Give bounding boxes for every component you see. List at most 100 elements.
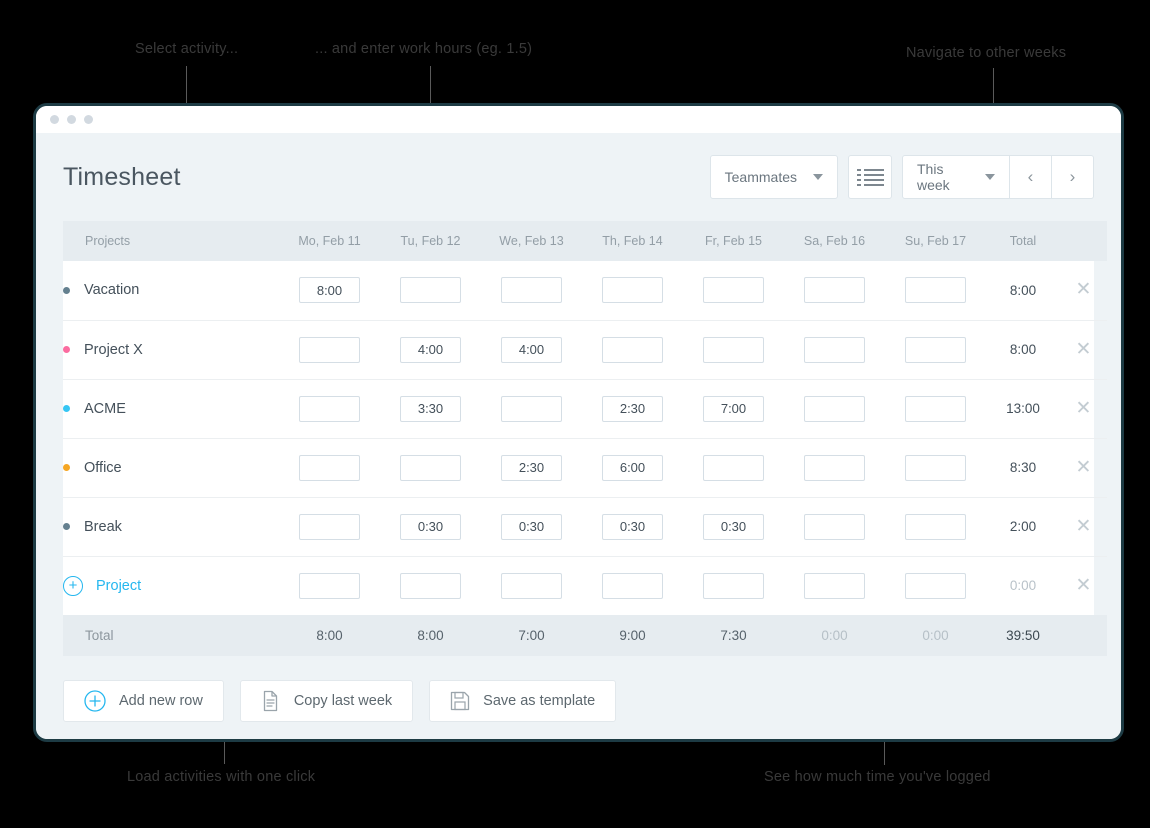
time-input-break-day-6[interactable] <box>905 513 966 540</box>
total-thursday: 9:00 <box>619 628 646 643</box>
add-project-button[interactable]: + Project <box>63 575 279 596</box>
copy-document-icon <box>261 690 281 712</box>
time-input-vacation-day-5[interactable] <box>804 277 865 304</box>
teammates-dropdown[interactable]: Teammates <box>709 155 838 199</box>
plus-circle-icon <box>84 690 106 712</box>
close-icon[interactable]: ✕ <box>1076 576 1092 595</box>
grand-total: 39:50 <box>1006 628 1040 643</box>
time-input-project-x-day-6[interactable] <box>905 336 966 363</box>
time-input-office-day-4[interactable] <box>703 454 764 481</box>
time-cell <box>784 261 885 320</box>
app-window-frame: Timesheet Teammates This week ‹ › Projec… <box>33 103 1124 742</box>
column-header-friday: Fr, Feb 15 <box>705 234 762 248</box>
time-cell <box>582 320 683 379</box>
time-input-acme-day-2[interactable] <box>501 395 562 422</box>
time-input-break-day-5[interactable] <box>804 513 865 540</box>
time-input-break-day-4[interactable] <box>703 513 764 540</box>
time-input-project-x-day-4[interactable] <box>703 336 764 363</box>
time-input-project-x-day-5[interactable] <box>804 336 865 363</box>
time-input-project-x-day-1[interactable] <box>400 336 461 363</box>
time-input-new-project-day-5[interactable] <box>804 572 865 599</box>
table-body: Vacation8:00✕Project X8:00✕ACME13:00✕Off… <box>63 261 1107 615</box>
time-input-acme-day-1[interactable] <box>400 395 461 422</box>
time-input-acme-day-0[interactable] <box>299 395 360 422</box>
close-icon[interactable]: ✕ <box>1076 280 1092 299</box>
time-input-acme-day-5[interactable] <box>804 395 865 422</box>
close-icon[interactable]: ✕ <box>1076 458 1092 477</box>
time-cell <box>481 261 582 320</box>
time-cell <box>481 320 582 379</box>
time-input-office-day-0[interactable] <box>299 454 360 481</box>
time-input-office-day-2[interactable] <box>501 454 562 481</box>
project-name[interactable]: ACME <box>84 401 126 417</box>
close-icon[interactable]: ✕ <box>1076 399 1092 418</box>
time-input-new-project-day-4[interactable] <box>703 572 764 599</box>
row-total: 13:00 <box>1006 401 1040 416</box>
time-input-new-project-day-2[interactable] <box>501 572 562 599</box>
app-header: Timesheet Teammates This week ‹ › <box>36 133 1121 221</box>
time-cell <box>279 320 380 379</box>
time-input-vacation-day-1[interactable] <box>400 277 461 304</box>
project-name[interactable]: Vacation <box>84 282 139 298</box>
time-cell <box>380 497 481 556</box>
next-week-button[interactable]: › <box>1052 155 1094 199</box>
project-cell: Office <box>63 438 279 497</box>
project-color-dot <box>63 346 70 353</box>
time-cell <box>582 261 683 320</box>
column-header-thursday: Th, Feb 14 <box>602 234 663 248</box>
time-input-new-project-day-0[interactable] <box>299 572 360 599</box>
time-input-acme-day-3[interactable] <box>602 395 663 422</box>
time-input-vacation-day-4[interactable] <box>703 277 764 304</box>
time-cell <box>683 438 784 497</box>
time-input-project-x-day-2[interactable] <box>501 336 562 363</box>
time-cell <box>481 556 582 615</box>
time-input-acme-day-4[interactable] <box>703 395 764 422</box>
add-new-row-button[interactable]: Add new row <box>63 680 224 722</box>
column-header-total: Total <box>1009 234 1037 248</box>
time-input-office-day-5[interactable] <box>804 454 865 481</box>
time-input-break-day-0[interactable] <box>299 513 360 540</box>
save-as-template-button[interactable]: Save as template <box>429 680 617 722</box>
copy-last-week-button[interactable]: Copy last week <box>239 680 414 722</box>
time-input-office-day-1[interactable] <box>400 454 461 481</box>
project-name[interactable]: Break <box>84 519 122 535</box>
time-input-new-project-day-3[interactable] <box>602 572 663 599</box>
week-dropdown[interactable]: This week <box>902 155 1010 199</box>
close-icon[interactable]: ✕ <box>1076 340 1092 359</box>
time-input-vacation-day-3[interactable] <box>602 277 663 304</box>
app-body: Timesheet Teammates This week ‹ › Projec… <box>36 133 1121 739</box>
previous-week-button[interactable]: ‹ <box>1010 155 1052 199</box>
chevron-right-icon: › <box>1069 167 1076 186</box>
annotation-time-logged: See how much time you've logged <box>764 769 991 785</box>
time-input-vacation-day-6[interactable] <box>905 277 966 304</box>
time-cell <box>784 556 885 615</box>
time-cell <box>380 438 481 497</box>
time-input-break-day-3[interactable] <box>602 513 663 540</box>
time-cell <box>380 261 481 320</box>
time-input-acme-day-6[interactable] <box>905 395 966 422</box>
time-input-new-project-day-1[interactable] <box>400 572 461 599</box>
time-input-break-day-2[interactable] <box>501 513 562 540</box>
time-input-project-x-day-3[interactable] <box>602 336 663 363</box>
table-row: Break 2:00 ✕ <box>63 497 1107 556</box>
list-view-icon <box>856 168 884 186</box>
list-view-button[interactable] <box>848 155 892 199</box>
delete-cell: ✕ <box>1060 556 1107 615</box>
time-cell <box>885 379 986 438</box>
time-input-vacation-day-2[interactable] <box>501 277 562 304</box>
time-cell <box>380 379 481 438</box>
header-toolbar: Teammates This week ‹ › <box>709 155 1094 199</box>
time-input-new-project-day-6[interactable] <box>905 572 966 599</box>
time-input-project-x-day-0[interactable] <box>299 336 360 363</box>
time-input-vacation-day-0[interactable] <box>299 277 360 304</box>
time-cell <box>279 556 380 615</box>
close-icon[interactable]: ✕ <box>1076 517 1092 536</box>
project-name[interactable]: Project X <box>84 342 143 358</box>
time-input-office-day-6[interactable] <box>905 454 966 481</box>
project-name[interactable]: Office <box>84 460 122 476</box>
chevron-down-icon <box>813 174 823 180</box>
time-input-office-day-3[interactable] <box>602 454 663 481</box>
column-header-wednesday: We, Feb 13 <box>499 234 564 248</box>
time-input-break-day-1[interactable] <box>400 513 461 540</box>
total-wednesday: 7:00 <box>518 628 545 643</box>
